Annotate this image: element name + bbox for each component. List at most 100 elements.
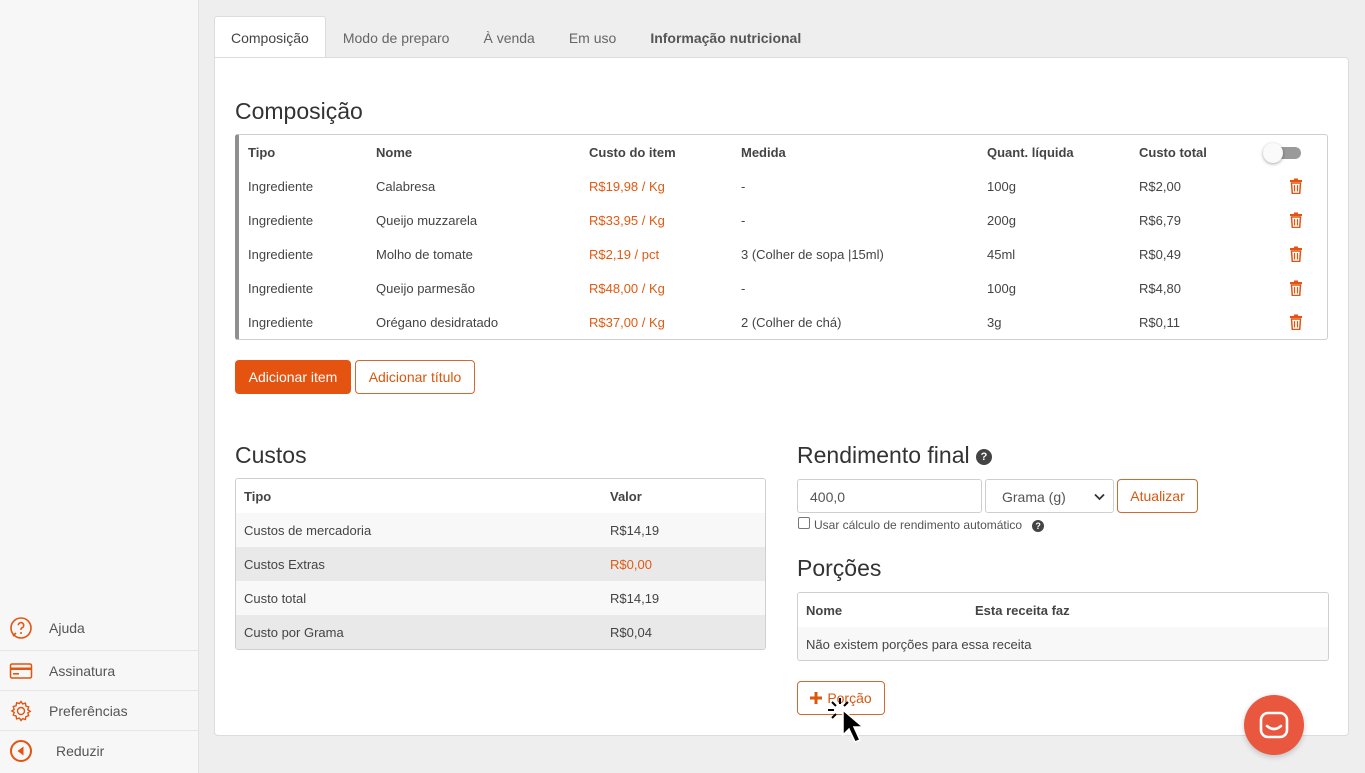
auto-yield-checkbox[interactable] <box>798 517 810 529</box>
cell-measure: - <box>741 281 746 296</box>
header-type: Tipo <box>244 489 272 504</box>
table-row[interactable]: Ingrediente Molho de tomate R$2,19 / pct… <box>239 237 1327 271</box>
chat-icon <box>1259 711 1289 739</box>
cell-type: Custos de mercadoria <box>244 523 372 538</box>
sidebar-item-label: Preferências <box>49 702 128 719</box>
cell-name: Queijo parmesão <box>376 281 475 296</box>
cell-total-cost: R$2,00 <box>1139 179 1181 194</box>
cell-item-cost[interactable]: R$37,00 / Kg <box>589 315 665 330</box>
tab-nutrition[interactable]: Informação nutricional <box>633 16 818 58</box>
auto-yield-text: Usar cálculo de rendimento automático <box>814 518 1023 532</box>
portions-table: Nome Esta receita faz Não existem porçõe… <box>797 592 1329 661</box>
cell-net-qty: 45ml <box>987 247 1016 262</box>
header-name: Nome <box>806 603 843 618</box>
tab-for-sale[interactable]: À venda <box>466 16 551 58</box>
cell-type: Ingrediente <box>248 247 314 262</box>
cell-net-qty: 100g <box>987 179 1016 194</box>
tab-bar: Composição Modo de preparo À venda Em us… <box>214 16 818 58</box>
cell-name: Queijo muzzarela <box>376 213 478 228</box>
update-button[interactable]: Atualizar <box>1117 479 1198 513</box>
tab-in-use[interactable]: Em uso <box>552 16 633 58</box>
mouse-cursor-icon <box>828 698 866 743</box>
cell-measure: - <box>741 179 746 194</box>
header-name: Nome <box>376 145 413 160</box>
composition-table: Tipo Nome Custo do item Medida Quant. lí… <box>235 134 1328 340</box>
auto-yield-label: Usar cálculo de rendimento automático ? <box>814 518 1045 532</box>
gear-icon <box>9 699 33 723</box>
table-header: Tipo Valor <box>236 479 765 513</box>
header-measure: Medida <box>741 145 786 160</box>
plus-icon <box>810 692 823 704</box>
chat-launcher-button[interactable] <box>1244 695 1304 755</box>
help-icon[interactable]: ? <box>1032 520 1045 532</box>
cell-measure: 2 (Colher de chá) <box>741 315 842 330</box>
composition-title: Composição <box>235 98 363 124</box>
sidebar-item-collapse[interactable]: Reduzir <box>0 730 198 770</box>
yield-input[interactable]: 400,0 <box>797 479 982 513</box>
cell-measure: - <box>741 213 746 228</box>
sidebar-item-preferences[interactable]: Preferências <box>0 690 198 730</box>
costs-table: Tipo Valor Custos de mercadoria R$14,19 … <box>235 478 766 650</box>
help-circle-icon <box>9 616 33 640</box>
add-title-button[interactable]: Adicionar título <box>355 360 475 394</box>
columns-toggle[interactable] <box>1263 143 1301 163</box>
cell-value: R$0,04 <box>610 625 652 640</box>
cell-type: Ingrediente <box>248 179 314 194</box>
cell-total-cost: R$6,79 <box>1139 213 1181 228</box>
table-header: Nome Esta receita faz <box>798 593 1328 627</box>
trash-icon[interactable] <box>1289 314 1303 330</box>
table-row: Custos Extras R$0,00 <box>236 547 765 581</box>
unit-select-value: Grama (g) <box>1002 489 1066 505</box>
cell-type: Ingrediente <box>248 213 314 228</box>
yield-title-text: Rendimento final <box>797 442 970 468</box>
cell-total-cost: R$0,11 <box>1139 315 1180 330</box>
cell-type: Custo por Grama <box>244 625 344 640</box>
cell-total-cost: R$4,80 <box>1139 281 1181 296</box>
sidebar-item-label: Reduzir <box>56 742 105 759</box>
cell-type: Ingrediente <box>248 315 314 330</box>
tab-composition[interactable]: Composição <box>214 16 326 58</box>
unit-select[interactable]: Grama (g) <box>985 479 1114 513</box>
add-item-button[interactable]: Adicionar item <box>235 360 351 394</box>
chevron-down-icon <box>1094 493 1105 501</box>
table-row: Custo por Grama R$0,04 <box>236 615 765 649</box>
trash-icon[interactable] <box>1289 212 1303 228</box>
empty-message: Não existem porções para essa receita <box>806 637 1032 652</box>
cell-type: Ingrediente <box>248 281 314 296</box>
header-total-cost: Custo total <box>1139 145 1207 160</box>
cell-name: Calabresa <box>376 179 436 194</box>
header-item-cost: Custo do item <box>589 145 676 160</box>
collapse-left-icon <box>9 739 33 763</box>
trash-icon[interactable] <box>1289 246 1303 262</box>
cell-value: R$14,19 <box>610 523 660 538</box>
sidebar-item-label: Assinatura <box>49 662 116 679</box>
help-icon[interactable]: ? <box>976 448 992 465</box>
yield-title: Rendimento final ? <box>797 442 992 469</box>
cell-value-link[interactable]: R$0,00 <box>610 557 652 572</box>
table-header: Tipo Nome Custo do item Medida Quant. lí… <box>239 135 1327 169</box>
header-type: Tipo <box>248 145 276 160</box>
tab-preparation[interactable]: Modo de preparo <box>326 16 467 58</box>
costs-title: Custos <box>235 442 307 468</box>
cell-item-cost[interactable]: R$2,19 / pct <box>589 247 659 262</box>
cell-item-cost[interactable]: R$48,00 / Kg <box>589 281 665 296</box>
cell-type: Custos Extras <box>244 557 325 572</box>
header-value: Valor <box>610 489 642 504</box>
trash-icon[interactable] <box>1289 178 1303 194</box>
empty-row: Não existem porções para essa receita <box>798 627 1328 660</box>
table-row[interactable]: Ingrediente Orégano desidratado R$37,00 … <box>239 305 1327 339</box>
trash-icon[interactable] <box>1289 280 1303 296</box>
header-makes: Esta receita faz <box>975 603 1070 618</box>
table-row[interactable]: Ingrediente Queijo parmesão R$48,00 / Kg… <box>239 271 1327 305</box>
sidebar-item-help[interactable]: Ajuda <box>0 608 198 648</box>
sidebar-item-label: Ajuda <box>49 620 85 636</box>
table-row[interactable]: Ingrediente Calabresa R$19,98 / Kg - 100… <box>239 169 1327 203</box>
cell-item-cost[interactable]: R$33,95 / Kg <box>589 213 665 228</box>
cell-net-qty: 3g <box>987 315 1002 330</box>
table-row[interactable]: Ingrediente Queijo muzzarela R$33,95 / K… <box>239 203 1327 237</box>
cell-total-cost: R$0,49 <box>1139 247 1181 262</box>
cell-item-cost[interactable]: R$19,98 / Kg <box>589 179 665 194</box>
cell-name: Orégano desidratado <box>376 315 499 330</box>
sidebar-item-subscription[interactable]: Assinatura <box>0 650 198 690</box>
composition-panel: Composição Tipo Nome Custo do item Medid… <box>214 57 1349 736</box>
